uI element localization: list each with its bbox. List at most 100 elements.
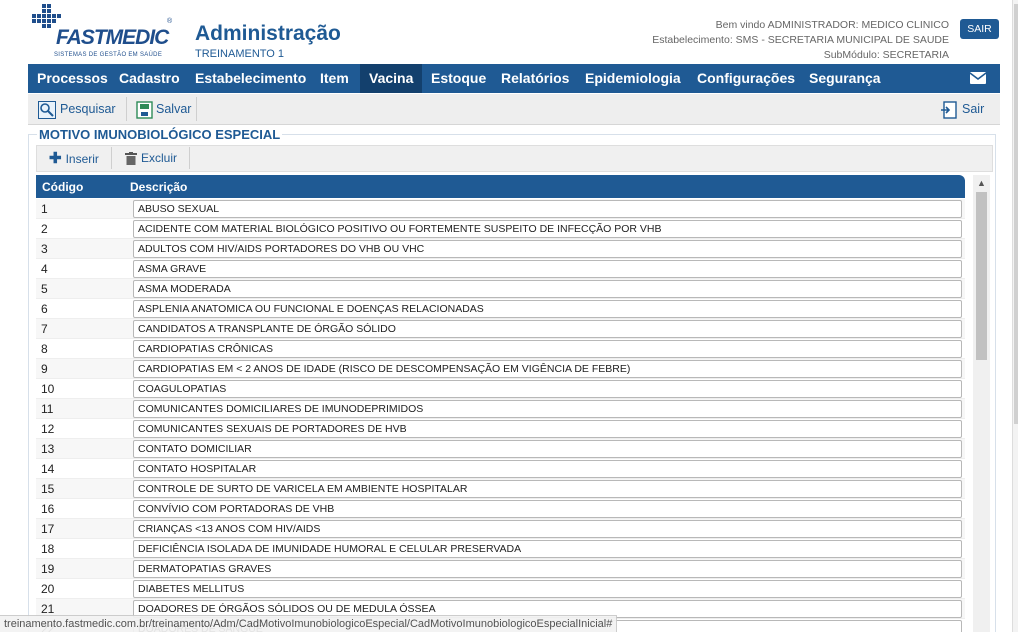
table-row[interactable]: 6 ASPLENIA ANATOMICA OU FUNCIONAL E DOENÇ… [36, 299, 965, 319]
table-row[interactable]: 10 COAGULOPATIAS [36, 379, 965, 399]
toolbar-separator [126, 97, 127, 121]
table-row[interactable]: 18 DEFICIÊNCIA ISOLADA DE IMUNIDADE HUMOR… [36, 539, 965, 559]
row-code: 10 [41, 382, 55, 396]
row-description-field[interactable]: ABUSO SEXUAL [133, 200, 962, 218]
main-nav: Processos Cadastro Estabelecimento Item … [28, 64, 1000, 93]
nav-item-item[interactable]: Item [311, 64, 358, 93]
row-description-field[interactable]: ADULTOS COM HIV/AIDS PORTADORES DO VHB O… [133, 240, 962, 258]
table-row[interactable]: 5 ASMA MODERADA [36, 279, 965, 299]
table-row[interactable]: 9 CARDIOPATIAS EM < 2 ANOS DE IDADE (RISC… [36, 359, 965, 379]
row-code: 7 [41, 322, 48, 336]
main-toolbar: Pesquisar Salvar Sair [28, 94, 1000, 125]
search-button-label: Pesquisar [60, 102, 116, 116]
row-description-field[interactable]: CONVÍVIO COM PORTADORAS DE VHB [133, 500, 962, 518]
row-code: 3 [41, 242, 48, 256]
nav-item-processos[interactable]: Processos [28, 64, 117, 93]
scroll-thumb[interactable] [976, 192, 987, 360]
exit-button[interactable]: Sair [940, 94, 984, 124]
nav-item-epidemiologia[interactable]: Epidemiologia [576, 64, 690, 93]
table-row[interactable]: 14 CONTATO HOSPITALAR [36, 459, 965, 479]
grid-scrollbar[interactable]: ▲ [973, 175, 990, 632]
row-description-field[interactable]: ASPLENIA ANATOMICA OU FUNCIONAL E DOENÇA… [133, 300, 962, 318]
row-description-field[interactable]: ACIDENTE COM MATERIAL BIOLÓGICO POSITIVO… [133, 220, 962, 238]
row-code: 21 [41, 602, 55, 616]
exit-button-label: Sair [962, 102, 985, 116]
row-description-field[interactable]: CONTATO DOMICILIAR [133, 440, 962, 458]
page-title: Administração [195, 22, 341, 45]
table-row[interactable]: 4 ASMA GRAVE [36, 259, 965, 279]
row-code: 19 [41, 562, 55, 576]
row-description-field[interactable]: COMUNICANTES DOMICILIARES DE IMUNODEPRIM… [133, 400, 962, 418]
search-icon [38, 100, 56, 119]
nav-item-cadastro[interactable]: Cadastro [110, 64, 189, 93]
row-code: 15 [41, 482, 55, 496]
row-code: 5 [41, 282, 48, 296]
search-button[interactable]: Pesquisar [38, 94, 116, 124]
table-row[interactable]: 8 CARDIOPATIAS CRÔNICAS [36, 339, 965, 359]
row-code: 8 [41, 342, 48, 356]
plus-icon: ✚ [49, 150, 62, 167]
row-code: 13 [41, 442, 55, 456]
row-description-field[interactable]: CANDIDATOS A TRANSPLANTE DE ÓRGÃO SÓLIDO [133, 320, 962, 338]
row-description-field[interactable]: CRIANÇAS <13 ANOS COM HIV/AIDS [133, 520, 962, 538]
row-code: 9 [41, 362, 48, 376]
row-description-field[interactable]: ASMA GRAVE [133, 260, 962, 278]
save-button-label: Salvar [156, 102, 192, 116]
row-description-field[interactable]: COMUNICANTES SEXUAIS DE PORTADORES DE HV… [133, 420, 962, 438]
nav-item-relatorios[interactable]: Relatórios [492, 64, 578, 93]
row-description-field[interactable]: CONTATO HOSPITALAR [133, 460, 962, 478]
row-description-field[interactable]: CONTROLE DE SURTO DE VARICELA EM AMBIENT… [133, 480, 962, 498]
table-row[interactable]: 15 CONTROLE DE SURTO DE VARICELA EM AMBIE… [36, 479, 965, 499]
establishment-text: Estabelecimento: SMS - SECRETARIA MUNICI… [652, 34, 949, 46]
table-row[interactable]: 20 DIABETES MELLITUS [36, 579, 965, 599]
table-row[interactable]: 11 COMUNICANTES DOMICILIARES DE IMUNODEPR… [36, 399, 965, 419]
grid-toolbar-separator [111, 147, 112, 169]
page-subtitle: TREINAMENTO 1 [195, 48, 285, 60]
save-button[interactable]: Salvar [136, 94, 191, 124]
table-row[interactable]: 2 ACIDENTE COM MATERIAL BIOLÓGICO POSITIV… [36, 219, 965, 239]
table-row[interactable]: 12 COMUNICANTES SEXUAIS DE PORTADORES DE … [36, 419, 965, 439]
nav-item-estoque[interactable]: Estoque [422, 64, 495, 93]
window-scroll-thumb[interactable] [1014, 4, 1018, 424]
save-icon [136, 101, 153, 119]
trash-icon [125, 152, 137, 166]
grid-toolbar-separator [189, 147, 190, 169]
grid-header: Código Descrição [36, 175, 965, 198]
exit-icon [941, 101, 957, 119]
grid-toolbar: ✚ Inserir Excluir [36, 145, 993, 172]
logo-tagline: SISTEMAS DE GESTÃO EM SAÚDE [54, 52, 163, 58]
logo-registered-mark: ® [167, 18, 173, 25]
row-code: 1 [41, 202, 48, 216]
column-header-code[interactable]: Código [42, 180, 83, 194]
scroll-up-arrow-icon[interactable]: ▲ [973, 175, 990, 192]
row-description-field[interactable]: ASMA MODERADA [133, 280, 962, 298]
toolbar-separator [196, 97, 197, 121]
delete-button[interactable]: Excluir [125, 146, 177, 171]
nav-item-seguranca[interactable]: Segurança [800, 64, 890, 93]
nav-item-estabelecimento[interactable]: Estabelecimento [186, 64, 315, 93]
table-row[interactable]: 3 ADULTOS COM HIV/AIDS PORTADORES DO VHB … [36, 239, 965, 259]
table-row[interactable]: 19 DERMATOPATIAS GRAVES [36, 559, 965, 579]
table-row[interactable]: 16 CONVÍVIO COM PORTADORAS DE VHB [36, 499, 965, 519]
table-row[interactable]: 13 CONTATO DOMICILIAR [36, 439, 965, 459]
row-description-field[interactable]: DERMATOPATIAS GRAVES [133, 560, 962, 578]
row-code: 20 [41, 582, 55, 596]
delete-button-label: Excluir [141, 151, 178, 165]
table-row[interactable]: 1 ABUSO SEXUAL [36, 199, 965, 219]
column-header-description[interactable]: Descrição [130, 180, 187, 194]
fastmedic-logo[interactable]: FASTMEDIC ® SISTEMAS DE GESTÃO EM SAÚDE [28, 4, 178, 60]
row-description-field[interactable]: COAGULOPATIAS [133, 380, 962, 398]
nav-item-configuracoes[interactable]: Configurações [688, 64, 804, 93]
logout-button[interactable]: SAIR [960, 19, 999, 39]
window-scrollbar[interactable] [1012, 0, 1018, 632]
row-code: 14 [41, 462, 55, 476]
table-row[interactable]: 17 CRIANÇAS <13 ANOS COM HIV/AIDS [36, 519, 965, 539]
row-description-field[interactable]: DIABETES MELLITUS [133, 580, 962, 598]
row-description-field[interactable]: DEFICIÊNCIA ISOLADA DE IMUNIDADE HUMORAL… [133, 540, 962, 558]
row-description-field[interactable]: CARDIOPATIAS CRÔNICAS [133, 340, 962, 358]
envelope-icon[interactable] [970, 72, 986, 84]
table-row[interactable]: 7 CANDIDATOS A TRANSPLANTE DE ÓRGÃO SÓLID… [36, 319, 965, 339]
row-description-field[interactable]: CARDIOPATIAS EM < 2 ANOS DE IDADE (RISCO… [133, 360, 962, 378]
nav-item-vacina[interactable]: Vacina [360, 64, 423, 93]
insert-button[interactable]: ✚ Inserir [49, 146, 99, 171]
